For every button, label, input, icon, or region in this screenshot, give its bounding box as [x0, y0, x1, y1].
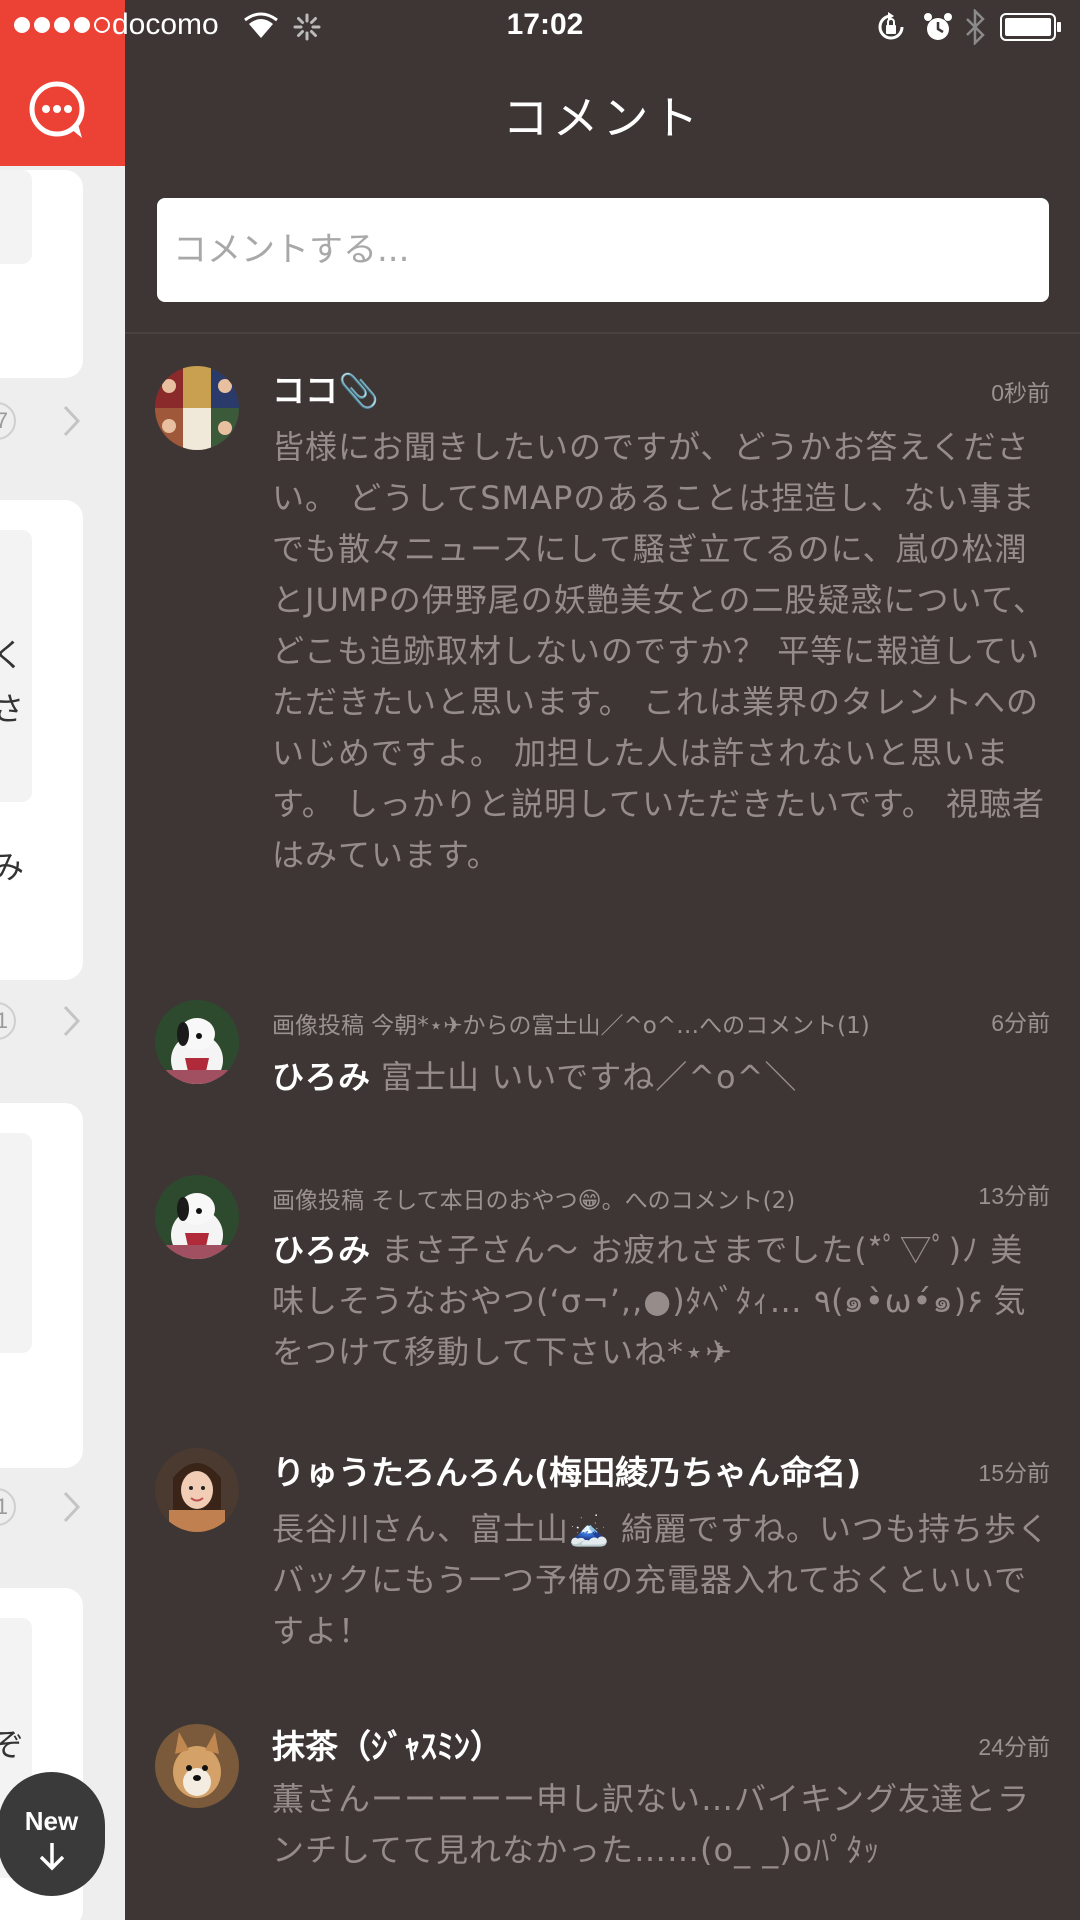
comment-count-badge: 7: [0, 402, 16, 440]
battery-icon: [1000, 13, 1061, 41]
comment-body: ひろみ まさ子さん〜 お疲れさまでした(*ﾟ▽ﾟ)ﾉ 美味しそうなおやつ(‘σ¬’…: [272, 1225, 1052, 1378]
chat-bubble-icon[interactable]: [26, 78, 92, 144]
comment-time: 6分前: [991, 1010, 1050, 1036]
status-bar: docomo 17:02: [0, 0, 1080, 54]
comment-item[interactable]: ココ📎 0秒前 皆様にお聞きしたいのですが、どうかお答えください。 どうしてSM…: [125, 360, 1080, 940]
bluetooth-icon: [966, 9, 985, 45]
avatar[interactable]: [155, 1724, 239, 1808]
feed-card[interactable]: [0, 500, 83, 980]
avatar[interactable]: [155, 1448, 239, 1532]
arrow-down-icon: [39, 1843, 64, 1871]
avatar[interactable]: [155, 1175, 239, 1259]
divider: [125, 332, 1080, 334]
peek-text: み: [0, 848, 25, 886]
chevron-right-icon[interactable]: [62, 1004, 82, 1038]
background-feed-pane[interactable]: 7 く さ み 1 1 ぞ New: [0, 0, 125, 1920]
peek-text: さ: [0, 690, 25, 728]
new-posts-label: New: [24, 1806, 79, 1836]
comment-text: まさ子さん〜 お疲れさまでした(*ﾟ▽ﾟ)ﾉ 美味しそうなおやつ(‘σ¬’,,●…: [272, 1231, 1027, 1371]
comment-author[interactable]: ココ📎: [272, 364, 379, 412]
feed-card[interactable]: [0, 170, 83, 378]
alarm-icon: [924, 13, 952, 40]
comment-time: 24分前: [978, 1734, 1050, 1760]
comment-time: 15分前: [978, 1460, 1050, 1486]
comment-time: 13分前: [978, 1183, 1050, 1209]
peek-text: く: [0, 636, 25, 674]
comment-item[interactable]: 抹茶（ｼﾞｬｽﾐﾝ） 24分前 薫さんーーーーー申し訳ない…バイキング友達とラン…: [125, 1720, 1080, 1920]
chevron-right-icon[interactable]: [62, 404, 82, 438]
comment-body: 薫さんーーーーー申し訳ない…バイキング友達とランチしてて見れなかった……(o_ …: [272, 1780, 1031, 1869]
comment-count-badge: 1: [0, 1002, 16, 1040]
comment-context[interactable]: 画像投稿 そして本日のおやつ😁。へのコメント(2): [272, 1181, 795, 1215]
comment-author[interactable]: ひろみ: [272, 1058, 371, 1096]
app-screen: 7 く さ み 1 1 ぞ New コメント コメントする... ココ📎 0秒前…: [0, 0, 1080, 1920]
comment-author[interactable]: りゅうたろんろん(梅田綾乃ちゃん命名): [272, 1446, 861, 1494]
comment-text: 富士山 いいですね／^o^＼: [381, 1058, 798, 1096]
comment-body: 皆様にお聞きしたいのですが、どうかお答えください。 どうしてSMAPのあることは…: [272, 428, 1046, 874]
comment-context[interactable]: 画像投稿 今朝*⋆✈からの富士山／^o^…へのコメント(1): [272, 1006, 870, 1040]
comment-body: ひろみ 富士山 いいですね／^o^＼: [272, 1052, 1052, 1103]
panel-title: コメント: [502, 91, 703, 145]
feed-card[interactable]: [0, 1103, 83, 1468]
comment-input[interactable]: [157, 198, 1049, 302]
comment-author[interactable]: 抹茶（ｼﾞｬｽﾐﾝ）: [272, 1720, 503, 1768]
comment-count-badge: 1: [0, 1488, 16, 1526]
comment-item[interactable]: 画像投稿 今朝*⋆✈からの富士山／^o^…へのコメント(1) 6分前 ひろみ 富士…: [125, 998, 1080, 1118]
comment-body: 長谷川さん、富士山🗻 綺麗ですね。いつも持ち歩くバックにもう一つ予備の充電器入れ…: [272, 1510, 1051, 1650]
comment-author[interactable]: ひろみ: [272, 1231, 371, 1269]
chevron-right-icon[interactable]: [62, 1490, 82, 1524]
status-time: 17:02: [506, 8, 584, 41]
new-posts-button[interactable]: New: [0, 1772, 105, 1896]
peek-text: ぞ: [0, 1726, 25, 1764]
avatar[interactable]: [155, 1000, 239, 1084]
comment-panel: コメント ココ📎 0秒前: [125, 0, 1080, 1920]
comment-time: 0秒前: [991, 380, 1050, 406]
rotation-lock-icon: [878, 12, 904, 40]
comment-item[interactable]: りゅうたろんろん(梅田綾乃ちゃん命名) 15分前 長谷川さん、富士山🗻 綺麗です…: [125, 1446, 1080, 1666]
comment-item[interactable]: 画像投稿 そして本日のおやつ😁。へのコメント(2) 13分前 ひろみ まさ子さん〜…: [125, 1173, 1080, 1393]
avatar[interactable]: [155, 366, 239, 450]
